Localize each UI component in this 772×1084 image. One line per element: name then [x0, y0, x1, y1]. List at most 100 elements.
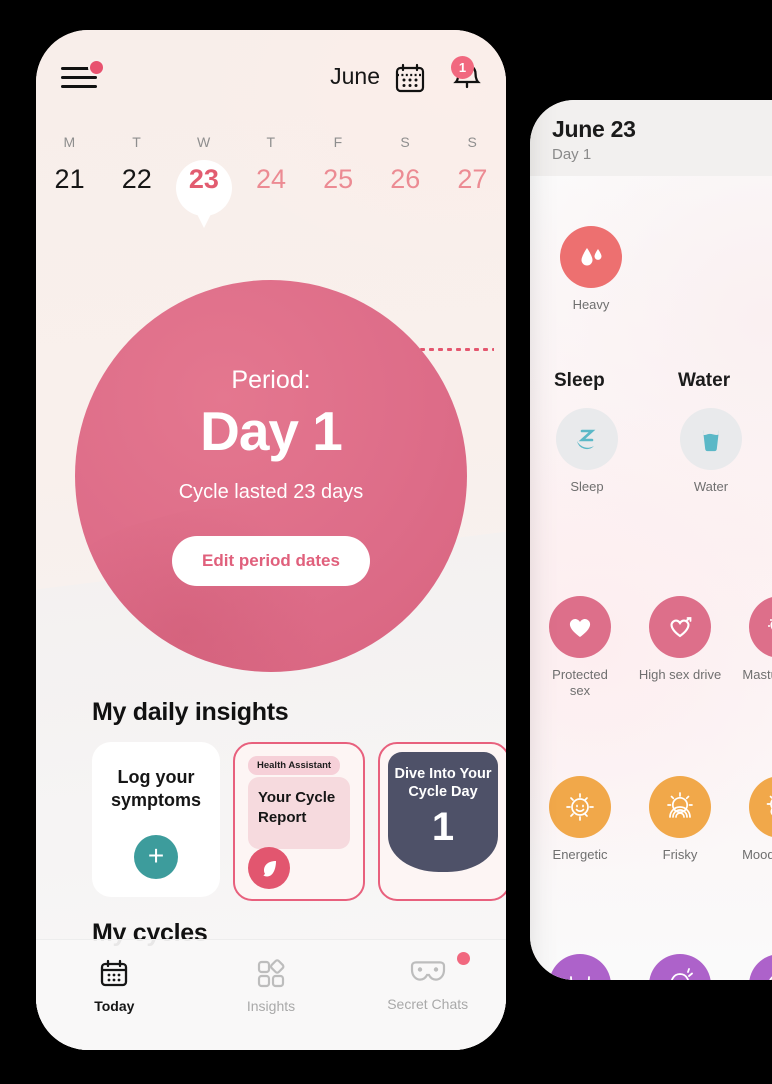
dow-label: T — [266, 134, 276, 150]
cycle-day-shield: Dive Into Your Cycle Day 1 — [388, 752, 498, 872]
sex-label-protected: Protected sex — [552, 667, 608, 699]
cycle-report-title: Your Cycle Report — [258, 789, 336, 826]
dow-label: T — [132, 134, 142, 150]
screenshot-stage: June 23 Day 1 Heavy Sleep Water Sleep Wa… — [0, 0, 772, 1084]
flow-item-heavy[interactable]: Heavy — [548, 226, 634, 313]
tracker-item-water[interactable]: Water — [668, 408, 754, 495]
insight-card-cycle-report[interactable]: Health Assistant Your Cycle Report — [233, 742, 365, 901]
week-day-21[interactable]: M 21 — [36, 134, 103, 195]
tab-secret-chats[interactable]: Secret Chats — [349, 940, 506, 1050]
date-number: 26 — [390, 164, 421, 194]
bell-badge: 1 — [451, 56, 474, 79]
mood-label-frisky: Frisky — [662, 847, 698, 862]
dow-label: F — [333, 134, 343, 150]
section-title-sleep: Sleep — [554, 370, 605, 391]
week-day-23-selected[interactable]: W 23 — [170, 134, 237, 216]
acne-icon — [749, 954, 772, 980]
sun-rainbow-icon — [649, 776, 711, 838]
bell-icon[interactable]: 1 — [450, 56, 484, 101]
right-phone-screen: June 23 Day 1 Heavy Sleep Water Sleep Wa… — [530, 100, 772, 980]
tab-label-secret-chats: Secret Chats — [387, 996, 469, 1012]
calendar-icon — [101, 959, 128, 987]
mood-item-frisky[interactable]: Frisky — [637, 776, 723, 863]
insight-card-dive-cycle-day[interactable]: Dive Into Your Cycle Day 1 — [378, 742, 506, 901]
log-symptoms-title: Log your symptoms — [110, 767, 202, 810]
tracker-label-water: Water — [693, 479, 729, 494]
flow-row: Heavy — [530, 226, 772, 313]
mood-label-mood-swings: Mood swings — [742, 847, 772, 862]
mood-item-energetic[interactable]: Energetic — [537, 776, 623, 863]
leaf-icon — [248, 847, 290, 889]
mood-label-energetic: Energetic — [552, 847, 608, 862]
tracker-row: Sleep Water — [530, 408, 772, 495]
left-phone-header: June 1 — [36, 30, 506, 112]
calendar-icon[interactable] — [394, 62, 426, 99]
bottom-tab-bar: Today Insights Secret Chats — [36, 939, 506, 1050]
sex-item-protected[interactable]: Protected sex — [537, 596, 623, 700]
tab-label-today: Today — [94, 998, 135, 1014]
sex-label-masturbation: Masturbation — [742, 667, 772, 682]
headache-icon — [649, 954, 711, 980]
symptom-item-acne[interactable]: Acne — [737, 954, 772, 980]
right-phone-header: June 23 Day 1 — [530, 100, 772, 177]
date-number: 27 — [457, 164, 488, 194]
dive-cycle-number: 1 — [431, 805, 455, 850]
sun-smile-icon — [549, 776, 611, 838]
sex-item-high-drive[interactable]: High sex drive — [637, 596, 723, 683]
right-header-date: June 23 — [552, 116, 636, 142]
dow-label: S — [467, 134, 478, 150]
symptom-item-tender[interactable]: Tender — [537, 954, 623, 980]
heart-icon — [549, 596, 611, 658]
dow-label: S — [400, 134, 411, 150]
date-number: 23 — [188, 164, 219, 194]
tab-label-insights: Insights — [246, 998, 296, 1014]
sex-item-masturbation[interactable]: Masturbation — [737, 596, 772, 683]
mood-row: Energetic Frisky Mood — [530, 776, 772, 863]
symptom-row: Tender Headache — [530, 954, 772, 980]
date-number: 24 — [255, 164, 287, 194]
sun-cloud-icon — [749, 776, 772, 838]
hamburger-menu-icon[interactable] — [61, 59, 105, 89]
date-number: 25 — [323, 164, 354, 194]
menu-notification-dot — [88, 59, 105, 76]
period-day: Day 1 — [200, 400, 343, 462]
sex-row: Protected sex High sex drive Mast — [530, 596, 772, 700]
insights-card-row[interactable]: Log your symptoms + Health Assistant You… — [92, 742, 506, 901]
period-label: Period: — [231, 366, 311, 394]
sex-label-high-drive: High sex drive — [638, 667, 722, 682]
cycle-report-box: Your Cycle Report — [248, 777, 350, 849]
cycle-length-text: Cycle lasted 23 days — [178, 481, 364, 503]
sleep-zzz-icon — [556, 408, 618, 470]
secret-chats-badge — [457, 952, 471, 965]
shapes-icon — [257, 959, 285, 988]
mask-icon — [410, 961, 445, 981]
health-assistant-badge: Health Assistant — [248, 756, 341, 775]
tracker-label-sleep: Sleep — [570, 479, 604, 494]
sparkle-heart-icon — [749, 596, 772, 658]
date-number: 22 — [121, 164, 152, 194]
week-day-25[interactable]: F 25 — [305, 134, 372, 195]
plus-icon[interactable]: + — [134, 835, 178, 879]
week-day-27[interactable]: S 27 — [439, 134, 506, 195]
cycle-day-circle[interactable]: Period: Day 1 Cycle lasted 23 days Edit … — [75, 280, 467, 672]
week-day-22[interactable]: T 22 — [103, 134, 170, 195]
dow-label: W — [197, 134, 211, 150]
heart-arrow-icon — [649, 596, 711, 658]
flow-label: Heavy — [572, 297, 610, 312]
symptom-item-headache[interactable]: Headache — [637, 954, 723, 980]
breast-tenderness-icon — [549, 954, 611, 980]
tab-today[interactable]: Today — [36, 940, 193, 1050]
edit-period-dates-button[interactable]: Edit period dates — [172, 536, 370, 586]
week-strip: M 21 T 22 W 23 T 24 F 25 S 26 S 27 — [36, 134, 506, 351]
week-day-26[interactable]: S 26 — [372, 134, 439, 195]
tab-insights[interactable]: Insights — [193, 940, 350, 1050]
week-day-24[interactable]: T 24 — [237, 134, 304, 195]
mood-item-mood-swings[interactable]: Mood swings — [737, 776, 772, 863]
section-title-water: Water — [678, 370, 731, 391]
insight-card-log-symptoms[interactable]: Log your symptoms + — [92, 742, 220, 897]
right-phone-body: Heavy Sleep Water Sleep Water Protected … — [530, 176, 772, 980]
tracker-item-sleep[interactable]: Sleep — [544, 408, 630, 495]
week-row: M 21 T 22 W 23 T 24 F 25 S 26 S 27 — [36, 134, 506, 216]
water-glass-icon — [680, 408, 742, 470]
blood-drops-icon — [560, 226, 622, 288]
